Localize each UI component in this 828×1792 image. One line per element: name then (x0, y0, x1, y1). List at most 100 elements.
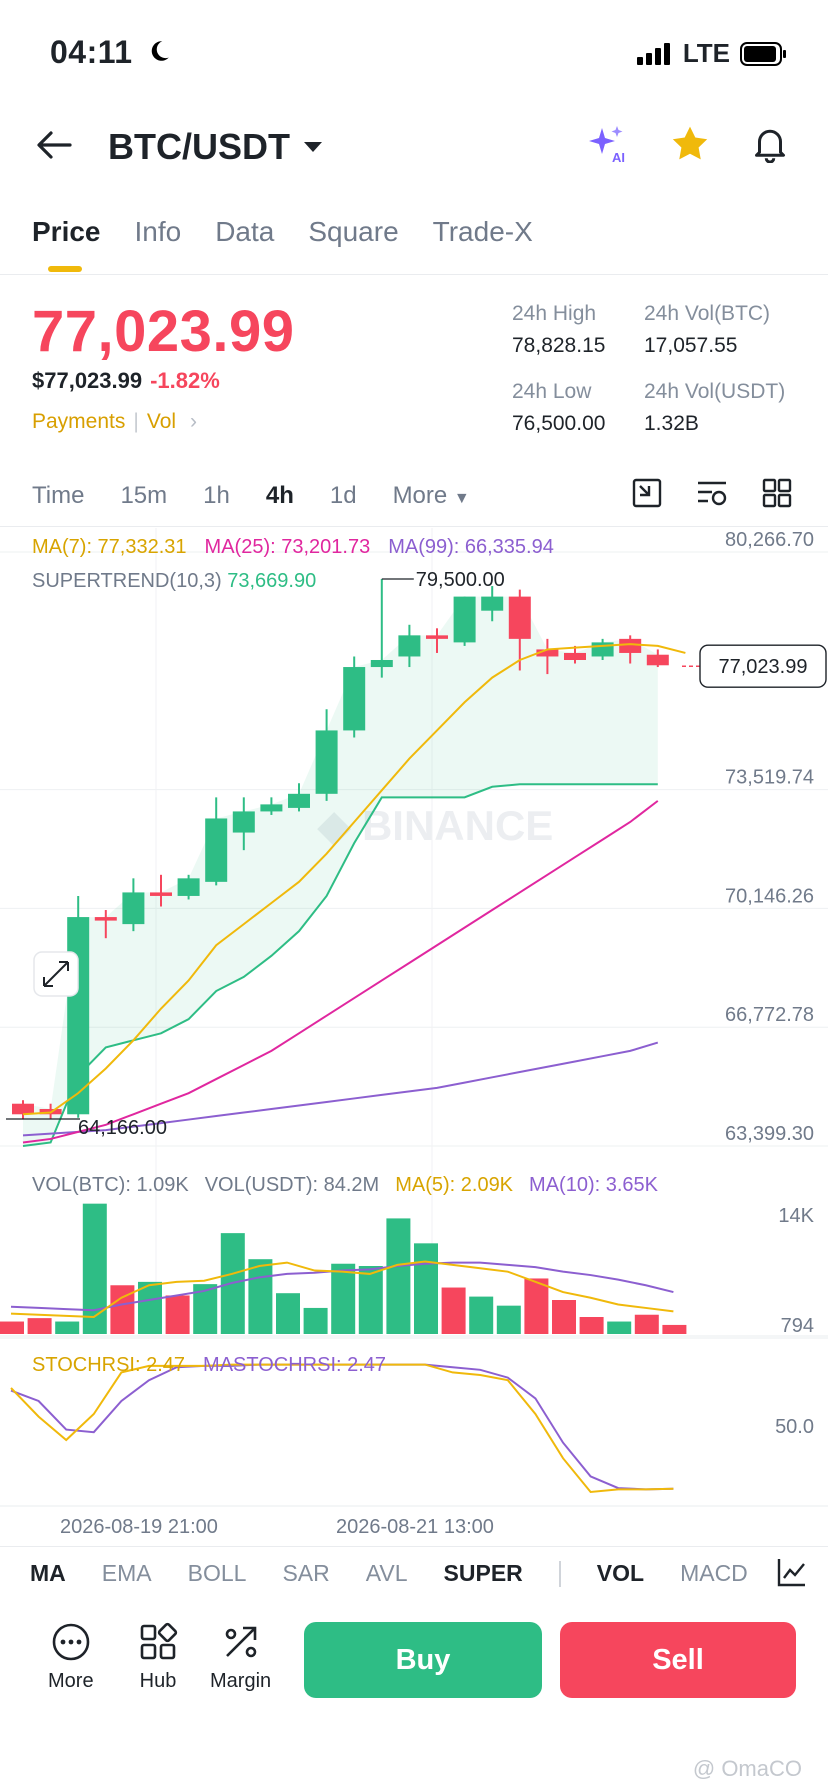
price-tick-label: 73,519.74 (725, 767, 814, 789)
vol-ma5-value: MA(5): 2.09K (395, 1174, 514, 1196)
interval-1d[interactable]: 1d (330, 482, 357, 510)
tabs-divider (0, 274, 828, 275)
indicator-avl[interactable]: AVL (366, 1560, 408, 1587)
vol-usdt-value: VOL(USDT): 84.2M (204, 1174, 380, 1196)
volume-bar (386, 1218, 411, 1334)
volume-bar (496, 1305, 521, 1334)
chart-top-divider (0, 526, 828, 527)
more-dots-icon (52, 1623, 90, 1661)
stat-value: 78,828.15 (512, 334, 606, 357)
moon-icon (146, 38, 172, 69)
more-button[interactable]: More (48, 1622, 94, 1693)
buy-button[interactable]: Buy (304, 1622, 542, 1698)
back-button[interactable] (36, 130, 72, 165)
supertrend-legend: SUPERTREND(10,3) 73,669.90 (32, 570, 316, 593)
indicator-sar[interactable]: SAR (282, 1560, 329, 1587)
favorite-star-icon[interactable] (670, 125, 710, 163)
tab-square[interactable]: Square (308, 216, 398, 248)
hub-button[interactable]: Hub (138, 1622, 178, 1693)
candle-body (453, 596, 476, 643)
indicator-vol[interactable]: VOL (597, 1560, 644, 1587)
chart-settings-icon[interactable] (696, 478, 728, 508)
volume-bar (524, 1278, 549, 1334)
layout-grid-icon[interactable] (762, 478, 792, 508)
price-change: -1.82% (150, 368, 220, 393)
tab-trade-x[interactable]: Trade-X (433, 216, 533, 248)
more-label: More (48, 1670, 94, 1692)
high-marker-label: 79,500.00 (416, 569, 505, 591)
indicator-macd[interactable]: MACD (680, 1560, 750, 1587)
volume-bar (276, 1293, 300, 1334)
price-tick-label: 66,772.78 (725, 1004, 814, 1026)
indicator-bar: MA EMA BOLL SAR AVL SUPER VOL MACD (30, 1560, 750, 1587)
volume-tick-label: 14K (778, 1205, 814, 1227)
tag-vol[interactable]: Vol (147, 410, 176, 434)
candle-body (67, 917, 90, 1115)
volume-bar (634, 1314, 659, 1334)
candle-body (315, 730, 338, 794)
bell-icon[interactable] (752, 125, 788, 163)
volume-bar (469, 1296, 494, 1334)
ma7-value: MA(7): 77,332.31 (32, 536, 187, 558)
stat-label: 24h Vol(USDT) (644, 380, 786, 403)
price-usd-row: $77,023.99 -1.82% (32, 368, 220, 394)
chevron-right-icon[interactable]: › (190, 410, 197, 434)
volume-bar (358, 1266, 383, 1334)
caret-down-icon: ▼ (453, 490, 470, 507)
volume-bar (165, 1295, 190, 1334)
interval-selector: Time 15m 1h 4h 1d More ▼ (32, 482, 470, 510)
indicator-chart-icon[interactable] (776, 1556, 808, 1593)
stat-value: 17,057.55 (644, 334, 738, 357)
stat-24h-vol-usdt: 24h Vol(USDT) 1.32B (644, 380, 785, 436)
interval-more[interactable]: More ▼ (393, 482, 470, 510)
pair-selector[interactable]: BTC/USDT (108, 126, 324, 168)
indicator-separator (558, 1560, 561, 1587)
interval-4h[interactable]: 4h (266, 482, 294, 510)
candle-body (370, 659, 393, 668)
candle-body (94, 917, 117, 921)
low-marker-label: 64,166.00 (78, 1117, 167, 1139)
candle-body (260, 804, 283, 812)
margin-button[interactable]: Margin (210, 1622, 271, 1693)
candle-body (343, 667, 366, 731)
hub-label: Hub (139, 1670, 177, 1692)
candle-body (12, 1103, 34, 1115)
indicator-boll[interactable]: BOLL (188, 1560, 247, 1587)
last-price-label: 77,023.99 (719, 656, 808, 678)
stat-label: 24h High (512, 302, 597, 325)
volume-bar (82, 1203, 107, 1334)
volume-bar (552, 1300, 576, 1334)
tag-payments[interactable]: Payments (32, 410, 125, 434)
candle-body (232, 811, 255, 833)
volume-bar (331, 1263, 356, 1334)
candle-body (177, 878, 200, 896)
tab-info[interactable]: Info (135, 216, 182, 248)
fullscreen-exit-icon[interactable] (632, 478, 662, 508)
interval-15m[interactable]: 15m (120, 482, 167, 510)
interval-1h[interactable]: 1h (203, 482, 230, 510)
sell-button[interactable]: Sell (560, 1622, 796, 1698)
candle-body (288, 793, 310, 808)
candle-body (426, 635, 448, 639)
hub-icon (140, 1622, 178, 1660)
indicator-ma[interactable]: MA (30, 1560, 66, 1587)
tab-price[interactable]: Price (32, 216, 101, 248)
vol-ma10-value: MA(10): 3.65K (529, 1174, 658, 1196)
volume-bar (248, 1259, 273, 1334)
tab-data[interactable]: Data (215, 216, 274, 248)
price-tick-label: 80,266.70 (725, 529, 814, 551)
volume-bar (441, 1287, 466, 1334)
stat-label: 24h Vol(BTC) (644, 302, 771, 325)
arrow-left-icon (37, 131, 72, 159)
tag-separator: | (133, 410, 139, 433)
interval-time[interactable]: Time (32, 482, 84, 510)
svg-text:AI: AI (612, 150, 625, 164)
stoch-tick-label: 50.0 (775, 1416, 814, 1438)
ai-sparkle-icon[interactable]: AI (586, 124, 628, 164)
volume-bar (55, 1321, 80, 1334)
indicator-super[interactable]: SUPER (444, 1560, 523, 1587)
indicator-ema[interactable]: EMA (102, 1560, 152, 1587)
candle-body (619, 638, 642, 653)
network-type: LTE (682, 38, 730, 68)
vol-btc-value: VOL(BTC): 1.09K (32, 1174, 189, 1196)
